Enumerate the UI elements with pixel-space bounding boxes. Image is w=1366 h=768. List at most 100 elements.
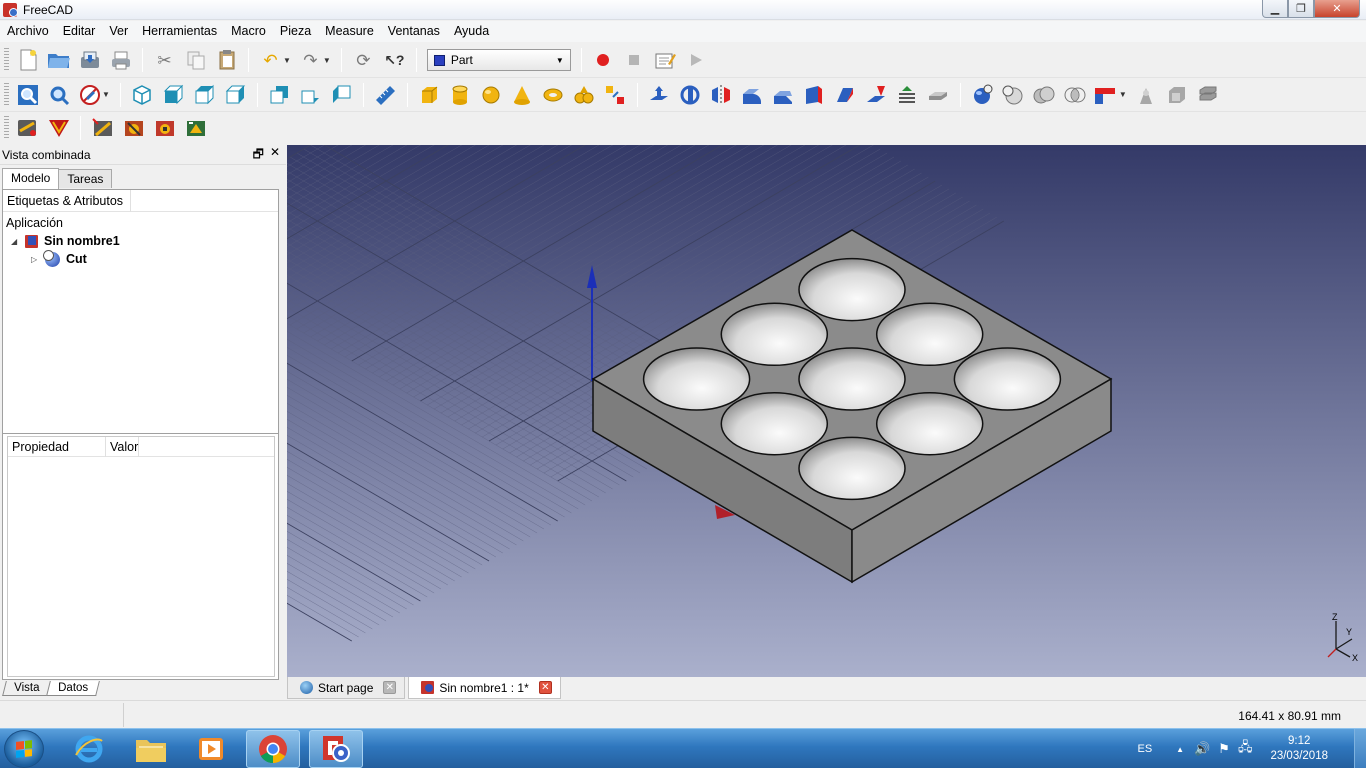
part-cone-button[interactable]	[509, 81, 536, 108]
part-sphere-button[interactable]	[478, 81, 505, 108]
part-fuse-button[interactable]	[1031, 81, 1058, 108]
part-extrude-button[interactable]	[646, 81, 673, 108]
copy-button[interactable]	[182, 47, 209, 74]
tree-header-labels[interactable]: Etiquetas & Atributos	[3, 189, 131, 212]
refresh-button[interactable]: ⟳	[350, 47, 377, 74]
fit-all-button[interactable]	[14, 81, 41, 108]
toolbar-grip[interactable]	[4, 82, 9, 107]
redo-dropdown-icon[interactable]: ▼	[323, 56, 331, 65]
save-button[interactable]	[76, 47, 103, 74]
part-thickness-button[interactable]	[1164, 81, 1191, 108]
view-front-button[interactable]	[160, 81, 187, 108]
menu-ver[interactable]: Ver	[102, 21, 135, 42]
macro-edit-button[interactable]	[652, 47, 679, 74]
clock[interactable]: 9:12 23/03/2018	[1270, 734, 1328, 764]
part-boolean-button[interactable]	[969, 81, 996, 108]
part-shape-builder-button[interactable]	[602, 81, 629, 108]
view-rear-button[interactable]	[266, 81, 293, 108]
close-panel-icon[interactable]: ✕	[270, 145, 280, 166]
tab-start-page[interactable]: Start page ✕	[287, 677, 406, 699]
paste-button[interactable]	[213, 47, 240, 74]
menu-herramientas[interactable]: Herramientas	[135, 21, 224, 42]
menu-ayuda[interactable]: Ayuda	[447, 21, 496, 42]
undo-dropdown-icon[interactable]: ▼	[283, 56, 291, 65]
restore-button[interactable]: ❐	[1288, 0, 1314, 18]
minimize-button[interactable]: ▁	[1262, 0, 1288, 18]
part-section-button[interactable]	[925, 81, 952, 108]
taskbar-freecad[interactable]	[309, 730, 363, 768]
measure-angular-button[interactable]	[45, 115, 72, 142]
volume-icon[interactable]: 🔊	[1194, 741, 1210, 757]
part-sweep-button[interactable]	[894, 81, 921, 108]
float-panel-icon[interactable]: 🗗	[253, 145, 264, 166]
view-bottom-button[interactable]	[297, 81, 324, 108]
spherical-pocket[interactable]	[875, 391, 984, 456]
toolbar-grip[interactable]	[4, 116, 9, 140]
show-desktop-button[interactable]	[1354, 729, 1366, 768]
spherical-pocket[interactable]	[798, 436, 906, 501]
part-common-button[interactable]	[1062, 81, 1089, 108]
property-column-header[interactable]: Propiedad	[8, 437, 106, 457]
network-icon[interactable]: 🖧	[1238, 738, 1253, 760]
part-offset-button[interactable]	[1195, 81, 1222, 108]
view-right-button[interactable]	[222, 81, 249, 108]
action-center-flag-icon[interactable]: ⚑	[1218, 741, 1230, 757]
redo-button[interactable]: ↷	[297, 47, 324, 74]
close-button[interactable]: ✕	[1314, 0, 1360, 18]
macro-execute-button[interactable]	[683, 47, 710, 74]
spherical-pocket[interactable]	[875, 302, 984, 367]
part-chamfer-button[interactable]	[770, 81, 797, 108]
expand-arrow-icon[interactable]: ▷	[31, 255, 41, 264]
part-cylinder-button[interactable]	[447, 81, 474, 108]
part-box-button[interactable]	[416, 81, 443, 108]
macro-record-button[interactable]	[590, 47, 617, 74]
measure-distance-button[interactable]	[372, 81, 399, 108]
start-button[interactable]	[4, 730, 44, 768]
collapse-arrow-icon[interactable]: ◢	[11, 237, 21, 246]
print-button[interactable]	[107, 47, 134, 74]
spherical-pocket[interactable]	[720, 391, 829, 456]
part-mirror-button[interactable]	[708, 81, 735, 108]
3d-scene[interactable]	[287, 145, 1366, 677]
view-isometric-button[interactable]	[129, 81, 156, 108]
close-tab-icon[interactable]: ✕	[383, 681, 397, 694]
cut-button[interactable]: ✂	[151, 47, 178, 74]
tab-sin-nombre1[interactable]: Sin nombre1 : 1* ✕	[408, 677, 561, 699]
workbench-selector[interactable]: Part ▼	[426, 49, 571, 71]
show-hidden-icons-icon[interactable]: ▲	[1176, 745, 1184, 754]
measure-linear-button[interactable]	[14, 115, 41, 142]
new-document-button[interactable]	[14, 47, 41, 74]
tab-modelo[interactable]: Modelo	[2, 168, 60, 189]
language-indicator[interactable]: ES	[1137, 743, 1152, 755]
value-column-header[interactable]: Valor	[106, 437, 140, 457]
menu-ventanas[interactable]: Ventanas	[381, 21, 447, 42]
menu-pieza[interactable]: Pieza	[273, 21, 318, 42]
open-button[interactable]	[45, 47, 72, 74]
part-join-button[interactable]	[1093, 81, 1120, 108]
tab-vista[interactable]: Vista	[2, 681, 52, 696]
spherical-pocket[interactable]	[953, 347, 1062, 411]
tab-datos[interactable]: Datos	[46, 681, 101, 696]
part-torus-button[interactable]	[540, 81, 567, 108]
view-left-button[interactable]	[328, 81, 355, 108]
tree-item-cut[interactable]: ▷ Cut	[3, 249, 278, 268]
spherical-pocket[interactable]	[720, 302, 829, 367]
tree-item-document[interactable]: ◢ Sin nombre1	[3, 232, 278, 250]
taskbar-chrome[interactable]	[246, 730, 300, 768]
measure-clear-button[interactable]	[120, 115, 147, 142]
join-dropdown-icon[interactable]: ▼	[1119, 90, 1127, 99]
part-ruled-surface-button[interactable]	[832, 81, 859, 108]
part-loft-button[interactable]	[863, 81, 890, 108]
measure-refresh-button[interactable]	[89, 115, 116, 142]
taskbar-explorer[interactable]	[124, 730, 178, 768]
part-check-geometry-button[interactable]	[1133, 81, 1160, 108]
spherical-pocket[interactable]	[642, 347, 751, 411]
3d-viewport[interactable]: Z Y X	[287, 145, 1366, 677]
draw-style-button[interactable]	[76, 81, 103, 108]
menu-macro[interactable]: Macro	[224, 21, 273, 42]
part-cut-button[interactable]	[1000, 81, 1027, 108]
measure-toggle-delta-button[interactable]	[182, 115, 209, 142]
macro-stop-button[interactable]	[621, 47, 648, 74]
menu-measure[interactable]: Measure	[318, 21, 381, 42]
toolbar-grip[interactable]	[4, 48, 9, 72]
